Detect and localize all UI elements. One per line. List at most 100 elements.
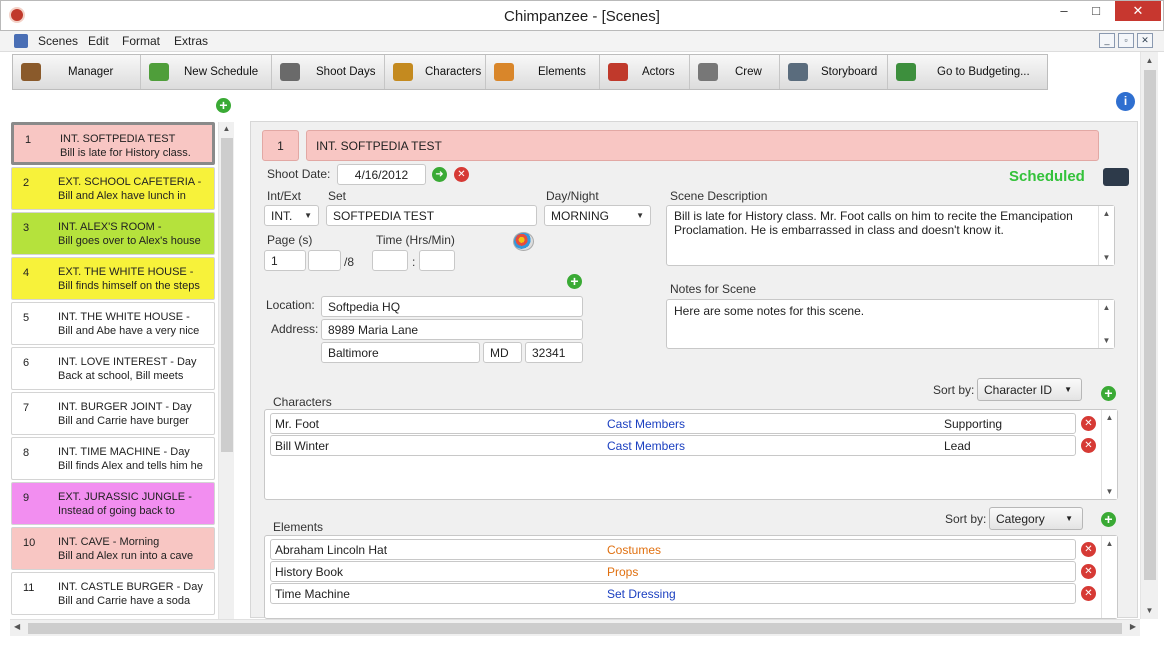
storyboard-button[interactable]: Storyboard — [780, 55, 888, 89]
scene-list-scrollbar-thumb[interactable] — [221, 138, 233, 452]
menu-extras[interactable]: Extras — [174, 34, 208, 48]
page-label: Page (s) — [267, 233, 313, 247]
intext-dropdown[interactable]: INT. ▼ — [264, 205, 319, 226]
clapperboard-icon[interactable] — [1103, 168, 1129, 186]
scene-number: 3 — [23, 222, 30, 234]
h-scrollbar-thumb[interactable] — [28, 623, 1122, 634]
add-location-button[interactable]: + — [567, 274, 582, 289]
elements-button[interactable]: Elements — [486, 55, 600, 89]
manager-label: Manager — [68, 66, 114, 78]
character-group[interactable]: Cast Members — [607, 439, 685, 453]
scene-list-item[interactable]: 1 INT. SOFTPEDIA TEST Bill is late for His… — [11, 122, 215, 165]
scene-summary: Instead of going back to — [58, 505, 175, 517]
elements-section-label: Elements — [273, 520, 324, 534]
new-schedule-label: New Schedule — [184, 66, 259, 78]
element-row[interactable]: Time Machine Set Dressing — [270, 583, 1076, 604]
scene-list-item[interactable]: 2 EXT. SCHOOL CAFETERIA - Bill and Alex ha… — [11, 167, 215, 210]
info-icon[interactable]: i — [1116, 92, 1135, 111]
mdi-restore-button[interactable]: ▫ — [1118, 33, 1134, 48]
element-row[interactable]: Abraham Lincoln Hat Costumes — [270, 539, 1076, 560]
scene-heading-field[interactable]: INT. SOFTPEDIA TEST — [306, 130, 1099, 161]
maximize-button[interactable]: □ — [1081, 1, 1111, 21]
title-bar: Chimpanzee - [Scenes] – □ ✕ — [0, 0, 1164, 31]
characters-sort-dropdown[interactable]: Character ID ▼ — [977, 378, 1082, 401]
address-field[interactable]: 8989 Maria Lane — [321, 319, 583, 340]
menu-format[interactable]: Format — [122, 34, 160, 48]
document-icon — [14, 34, 28, 48]
scene-list-item[interactable]: 10 INT. CAVE - Morning Bill and Alex run i… — [11, 527, 215, 570]
time-minutes-field[interactable] — [419, 250, 455, 271]
main-vertical-scrollbar[interactable]: ▲ ▼ — [1140, 52, 1158, 619]
wrench-icon — [698, 63, 718, 81]
actor-icon — [608, 63, 628, 81]
notes-field[interactable]: Here are some notes for this scene. ▲ ▼ — [666, 299, 1115, 349]
paint-palette-icon[interactable] — [513, 232, 534, 251]
remove-character-button[interactable]: ✕ — [1081, 416, 1096, 431]
remove-character-button[interactable]: ✕ — [1081, 438, 1096, 453]
scene-list-item[interactable]: 8 INT. TIME MACHINE - Day Bill finds Alex … — [11, 437, 215, 480]
remove-element-button[interactable]: ✕ — [1081, 586, 1096, 601]
zip-field[interactable]: 32341 — [525, 342, 583, 363]
remove-element-button[interactable]: ✕ — [1081, 542, 1096, 557]
element-row[interactable]: History Book Props — [270, 561, 1076, 582]
page-whole-field[interactable]: 1 — [264, 250, 306, 271]
daynight-value: MORNING — [551, 209, 609, 223]
close-window-button[interactable]: ✕ — [1115, 1, 1161, 21]
characters-sort-value: Character ID — [984, 383, 1053, 397]
scene-summary: Bill finds Alex and tells him he — [58, 460, 203, 472]
element-category[interactable]: Set Dressing — [607, 587, 676, 601]
city-field[interactable]: Baltimore — [321, 342, 480, 363]
scene-list-scrollbar[interactable]: ▲ — [218, 122, 234, 619]
main-horizontal-scrollbar[interactable]: ◀ ▶ — [10, 619, 1140, 636]
scene-list-item[interactable]: 6 INT. LOVE INTEREST - Day Back at school,… — [11, 347, 215, 390]
menu-edit[interactable]: Edit — [88, 34, 109, 48]
remove-element-button[interactable]: ✕ — [1081, 564, 1096, 579]
location-field[interactable]: Softpedia HQ — [321, 296, 583, 317]
scene-number: 5 — [23, 312, 30, 324]
state-field[interactable]: MD — [483, 342, 522, 363]
scene-list-item[interactable]: 5 INT. THE WHITE HOUSE - Bill and Abe have… — [11, 302, 215, 345]
manager-button[interactable]: Manager — [13, 55, 141, 89]
budgeting-button[interactable]: Go to Budgeting... — [888, 55, 1048, 89]
scene-description-label: Scene Description — [670, 189, 768, 203]
characters-button[interactable]: Characters — [385, 55, 486, 89]
scene-list-item[interactable]: 3 INT. ALEX'S ROOM - Bill goes over to Ale… — [11, 212, 215, 255]
element-category[interactable]: Props — [607, 565, 638, 579]
crew-button[interactable]: Crew — [690, 55, 780, 89]
mdi-close-button[interactable]: ✕ — [1137, 33, 1153, 48]
page-eighths-suffix: /8 — [344, 255, 355, 269]
menu-scenes[interactable]: Scenes — [38, 34, 78, 48]
elements-sort-dropdown[interactable]: Category ▼ — [989, 507, 1083, 530]
daynight-dropdown[interactable]: MORNING ▼ — [544, 205, 651, 226]
scene-list-item[interactable]: 7 INT. BURGER JOINT - Day Bill and Carrie … — [11, 392, 215, 435]
scene-summary: Bill goes over to Alex's house — [58, 235, 201, 247]
element-category[interactable]: Costumes — [607, 543, 661, 557]
add-character-button[interactable]: + — [1101, 386, 1116, 401]
page-eighths-field[interactable] — [308, 250, 341, 271]
scene-list-item[interactable]: 9 EXT. JURASSIC JUNGLE - Instead of going … — [11, 482, 215, 525]
mdi-minimize-button[interactable]: _ — [1099, 33, 1115, 48]
scene-list-item[interactable]: 11 INT. CASTLE BURGER - Day Bill and Carri… — [11, 572, 215, 615]
add-element-button[interactable]: + — [1101, 512, 1116, 527]
scene-summary: Bill is late for History class. — [60, 147, 191, 159]
time-hours-field[interactable] — [372, 250, 408, 271]
scene-list: 1 INT. SOFTPEDIA TEST Bill is late for His… — [10, 121, 218, 619]
minimize-button[interactable]: – — [1049, 1, 1079, 21]
character-row[interactable]: Mr. Foot Cast Members Supporting — [270, 413, 1076, 434]
scene-summary: Bill finds himself on the steps — [58, 280, 200, 292]
shoot-days-button[interactable]: Shoot Days — [272, 55, 385, 89]
set-field[interactable]: SOFTPEDIA TEST — [326, 205, 537, 226]
scrollbar-thumb[interactable] — [1144, 70, 1156, 580]
character-icon — [393, 63, 413, 81]
clear-date-button[interactable]: ✕ — [454, 167, 469, 182]
scene-number: 11 — [23, 582, 35, 594]
scene-description-field[interactable]: Bill is late for History class. Mr. Foot… — [666, 205, 1115, 266]
go-to-date-button[interactable]: ➜ — [432, 167, 447, 182]
shoot-date-field[interactable]: 4/16/2012 — [337, 164, 426, 185]
new-schedule-button[interactable]: New Schedule — [141, 55, 272, 89]
character-row[interactable]: Bill Winter Cast Members Lead — [270, 435, 1076, 456]
character-group[interactable]: Cast Members — [607, 417, 685, 431]
actors-button[interactable]: Actors — [600, 55, 690, 89]
scene-list-item[interactable]: 4 EXT. THE WHITE HOUSE - Bill finds himsel… — [11, 257, 215, 300]
scheduled-status: Scheduled — [1009, 168, 1085, 185]
